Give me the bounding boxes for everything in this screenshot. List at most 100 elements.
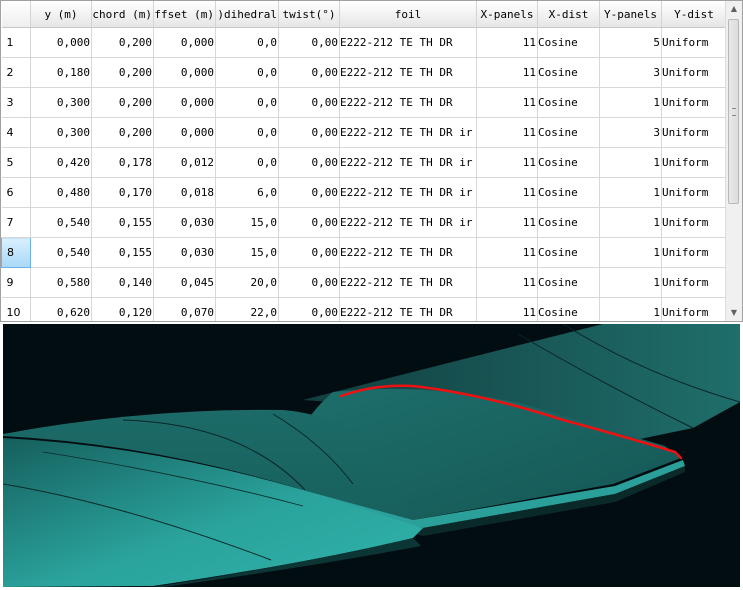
cell-offset[interactable]: 0,012 [153, 147, 216, 178]
cell-offset[interactable]: 0,000 [153, 87, 216, 118]
cell-chord[interactable]: 0,200 [91, 87, 154, 118]
cell-chord[interactable]: 0,178 [91, 147, 154, 178]
cell-twist[interactable]: 0,00 [278, 117, 340, 148]
cell-x-panels[interactable]: 11 [476, 147, 538, 178]
cell-twist[interactable]: 0,00 [278, 297, 340, 321]
cell-y[interactable]: 0,420 [30, 147, 92, 178]
cell-chord[interactable]: 0,140 [91, 267, 154, 298]
row-header[interactable]: 3 [1, 87, 31, 118]
cell-offset[interactable]: 0,030 [153, 207, 216, 238]
cell-foil[interactable]: E222-212 TE TH DR ir [339, 207, 477, 238]
cell-x-panels[interactable]: 11 [476, 87, 538, 118]
cell-x-panels[interactable]: 11 [476, 57, 538, 88]
cell-x-panels[interactable]: 11 [476, 27, 538, 58]
cell-twist[interactable]: 0,00 [278, 87, 340, 118]
cell-dihedral[interactable]: 15,0 [215, 207, 279, 238]
row-header[interactable]: 1 [1, 27, 31, 58]
table-row[interactable]: 5 0,420 0,178 0,012 0,0 0,00 E222-212 TE TH DR… [1, 147, 726, 178]
cell-twist[interactable]: 0,00 [278, 177, 340, 208]
cell-y-panels[interactable]: 3 [599, 57, 662, 88]
cell-x-panels[interactable]: 11 [476, 177, 538, 208]
table-row[interactable]: 8 0,540 0,155 0,030 15,0 0,00 E222-212 TE TH D… [1, 237, 726, 268]
cell-dihedral[interactable]: 6,0 [215, 177, 279, 208]
cell-y-dist[interactable]: Uniform [661, 177, 726, 208]
cell-chord[interactable]: 0,155 [91, 237, 154, 268]
cell-chord[interactable]: 0,200 [91, 117, 154, 148]
wing-3d-viewport[interactable] [3, 324, 740, 587]
cell-x-panels[interactable]: 11 [476, 207, 538, 238]
row-header[interactable]: 4 [1, 117, 31, 148]
cell-y-panels[interactable]: 1 [599, 297, 662, 321]
cell-offset[interactable]: 0,000 [153, 27, 216, 58]
cell-twist[interactable]: 0,00 [278, 147, 340, 178]
cell-y-dist[interactable]: Uniform [661, 117, 726, 148]
row-header[interactable]: 7 [1, 207, 31, 238]
row-header[interactable]: 10 [1, 297, 31, 321]
cell-offset[interactable]: 0,045 [153, 267, 216, 298]
cell-x-panels[interactable]: 11 [476, 237, 538, 268]
cell-y-dist[interactable]: Uniform [661, 27, 726, 58]
cell-y[interactable]: 0,620 [30, 297, 92, 321]
cell-y[interactable]: 0,580 [30, 267, 92, 298]
table-vertical-scrollbar[interactable]: ▲ ▼ [725, 1, 742, 321]
table-row[interactable]: 3 0,300 0,200 0,000 0,0 0,00 E222-212 TE TH DR… [1, 87, 726, 118]
cell-y[interactable]: 0,180 [30, 57, 92, 88]
cell-dihedral[interactable]: 22,0 [215, 297, 279, 321]
column-header-chord[interactable]: chord (m) [91, 1, 154, 28]
table-row[interactable]: 6 0,480 0,170 0,018 6,0 0,00 E222-212 TE TH DR… [1, 177, 726, 208]
cell-y-dist[interactable]: Uniform [661, 87, 726, 118]
cell-y-panels[interactable]: 1 [599, 237, 662, 268]
cell-y-panels[interactable]: 1 [599, 267, 662, 298]
cell-x-dist[interactable]: Cosine [537, 87, 600, 118]
cell-twist[interactable]: 0,00 [278, 57, 340, 88]
cell-y-panels[interactable]: 1 [599, 177, 662, 208]
cell-dihedral[interactable]: 20,0 [215, 267, 279, 298]
cell-foil[interactable]: E222-212 TE TH DR [339, 57, 477, 88]
cell-x-dist[interactable]: Cosine [537, 57, 600, 88]
cell-chord[interactable]: 0,155 [91, 207, 154, 238]
column-header-y-panels[interactable]: Y-panels [599, 1, 662, 28]
cell-offset[interactable]: 0,030 [153, 237, 216, 268]
scrollbar-thumb[interactable] [728, 19, 739, 204]
cell-twist[interactable]: 0,00 [278, 27, 340, 58]
cell-x-panels[interactable]: 11 [476, 117, 538, 148]
cell-dihedral[interactable]: 0,0 [215, 147, 279, 178]
cell-x-dist[interactable]: Cosine [537, 27, 600, 58]
table-row[interactable]: 10 0,620 0,120 0,070 22,0 0,00 E222-212 TE TH … [1, 297, 726, 321]
cell-offset[interactable]: 0,018 [153, 177, 216, 208]
scroll-down-arrow-icon[interactable]: ▼ [726, 305, 742, 321]
column-header-dihedral[interactable]: dihedral(°) [215, 1, 279, 28]
cell-dihedral[interactable]: 0,0 [215, 87, 279, 118]
cell-y[interactable]: 0,000 [30, 27, 92, 58]
cell-offset[interactable]: 0,070 [153, 297, 216, 321]
cell-y-panels[interactable]: 1 [599, 87, 662, 118]
table-row[interactable]: 9 0,580 0,140 0,045 20,0 0,00 E222-212 TE TH D… [1, 267, 726, 298]
column-header-y[interactable]: y (m) [30, 1, 92, 28]
table-row[interactable]: 7 0,540 0,155 0,030 15,0 0,00 E222-212 TE TH D… [1, 207, 726, 238]
cell-y-dist[interactable]: Uniform [661, 297, 726, 321]
cell-chord[interactable]: 0,120 [91, 297, 154, 321]
cell-dihedral[interactable]: 0,0 [215, 117, 279, 148]
cell-x-dist[interactable]: Cosine [537, 177, 600, 208]
row-header[interactable]: 6 [1, 177, 31, 208]
cell-foil[interactable]: E222-212 TE TH DR [339, 87, 477, 118]
cell-dihedral[interactable]: 0,0 [215, 27, 279, 58]
table-row[interactable]: 4 0,300 0,200 0,000 0,0 0,00 E222-212 TE TH DR… [1, 117, 726, 148]
cell-y[interactable]: 0,300 [30, 117, 92, 148]
table-row[interactable]: 2 0,180 0,200 0,000 0,0 0,00 E222-212 TE TH DR… [1, 57, 726, 88]
cell-y-dist[interactable]: Uniform [661, 267, 726, 298]
row-header[interactable]: 2 [1, 57, 31, 88]
row-header[interactable]: 9 [1, 267, 31, 298]
cell-y-dist[interactable]: Uniform [661, 57, 726, 88]
cell-foil[interactable]: E222-212 TE TH DR [339, 237, 477, 268]
cell-x-panels[interactable]: 11 [476, 267, 538, 298]
cell-x-dist[interactable]: Cosine [537, 147, 600, 178]
table-row[interactable]: 1 0,000 0,200 0,000 0,0 0,00 E222-212 TE TH DR… [1, 27, 726, 58]
column-header-offset[interactable]: offset (m) [153, 1, 216, 28]
row-header[interactable]: 5 [1, 147, 31, 178]
cell-offset[interactable]: 0,000 [153, 57, 216, 88]
cell-foil[interactable]: E222-212 TE TH DR [339, 267, 477, 298]
cell-y[interactable]: 0,540 [30, 207, 92, 238]
column-header-twist[interactable]: twist(°) [278, 1, 340, 28]
column-header-y-dist[interactable]: Y-dist [661, 1, 726, 28]
